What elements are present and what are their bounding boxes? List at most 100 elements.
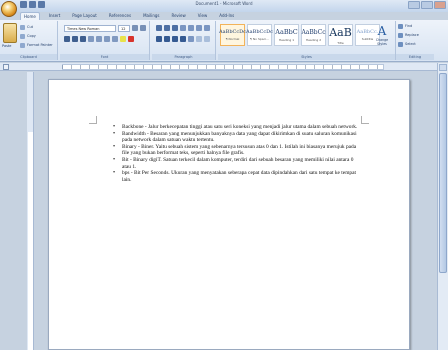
bullet-list: Backbone - Jalur berkecepatan tinggi ata… (113, 124, 361, 183)
replace-icon (398, 32, 403, 38)
italic-icon[interactable] (72, 36, 78, 42)
tab-selector[interactable] (3, 64, 9, 70)
font-group: Times New Roman 12 Font (60, 21, 150, 60)
style-sample: AaBbCc (301, 28, 326, 36)
tab-view[interactable]: View (195, 12, 211, 20)
document-body[interactable]: Backbone - Jalur berkecepatan tinggi ata… (113, 124, 361, 183)
subscript-icon[interactable] (96, 36, 102, 42)
paste-button[interactable] (3, 23, 17, 43)
find-button[interactable]: Find (398, 23, 419, 29)
style-name: ¶ No Spaci... (250, 37, 269, 41)
list-item: Bandwidth - Besaran yang menunjukkan ban… (113, 131, 361, 144)
clipboard-commands: Cut Copy Format Painter (20, 24, 53, 48)
bold-icon[interactable] (64, 36, 70, 42)
change-styles-label: Change Styles (375, 38, 389, 46)
editing-group-label: Editing (396, 54, 434, 60)
tab-mailings[interactable]: Mailings (140, 12, 162, 20)
brush-icon (20, 42, 25, 48)
change-case-icon[interactable] (112, 36, 118, 42)
crop-mark-top-left (89, 116, 97, 124)
line-spacing-icon[interactable] (188, 36, 194, 42)
tab-insert[interactable]: Insert (46, 12, 63, 20)
ribbon-tabs: Home Insert Page Layout References Maili… (20, 12, 237, 20)
binoculars-icon (398, 23, 403, 29)
style-title[interactable]: AaB Title (328, 24, 353, 46)
scrollbar-thumb[interactable] (439, 73, 447, 273)
style-normal[interactable]: AaBbCcDc ¶ Normal (219, 24, 246, 46)
font-format-tools (64, 36, 134, 42)
replace-button[interactable]: Replace (398, 32, 419, 38)
shading-icon[interactable] (196, 36, 202, 42)
increase-indent-icon[interactable] (188, 25, 194, 31)
paragraph-group: Paragraph (152, 21, 216, 60)
tab-references[interactable]: References (106, 12, 134, 20)
change-styles-button[interactable]: A Change Styles (372, 24, 392, 50)
sort-icon[interactable] (196, 25, 202, 31)
grow-font-icon[interactable] (132, 25, 138, 31)
ribbon: Paste Cut Copy Format Painter Clipboard … (0, 20, 448, 62)
justify-icon[interactable] (180, 36, 186, 42)
crop-mark-top-right (361, 116, 369, 124)
editing-commands: Find Replace Select (398, 23, 419, 47)
change-styles-icon: A (377, 24, 387, 38)
paragraph-group-label: Paragraph (152, 54, 215, 60)
scroll-up-button[interactable] (439, 64, 447, 71)
window-title: Document1 - Microsoft Word (195, 1, 253, 6)
shrink-font-icon[interactable] (140, 25, 146, 31)
style-name: ¶ Normal (225, 37, 240, 41)
maximize-button[interactable] (421, 1, 433, 9)
font-color-icon[interactable] (128, 36, 134, 42)
paragraph-list-tools (156, 25, 210, 31)
style-heading-2[interactable]: AaBbCc Heading 2 (301, 24, 326, 46)
word-window: Document1 - Microsoft Word Home Insert P… (0, 0, 448, 350)
font-size-combo[interactable]: 12 (118, 25, 130, 32)
font-name-combo[interactable]: Times New Roman (64, 25, 116, 32)
align-right-icon[interactable] (172, 36, 178, 42)
styles-group-label: Styles (218, 54, 395, 60)
cursor-icon (398, 41, 403, 47)
vertical-scrollbar[interactable] (437, 63, 448, 350)
borders-icon[interactable] (204, 36, 210, 42)
font-grow-shrink (132, 25, 146, 31)
office-button[interactable] (1, 1, 17, 17)
clipboard-group-label: Clipboard (0, 54, 57, 60)
style-sample: AaBbC (275, 28, 298, 36)
tab-page-layout[interactable]: Page Layout (69, 12, 100, 20)
align-left-icon[interactable] (156, 36, 162, 42)
cut-button[interactable]: Cut (20, 24, 53, 30)
align-center-icon[interactable] (164, 36, 170, 42)
superscript-icon[interactable] (104, 36, 110, 42)
style-name: Heading 1 (278, 38, 295, 42)
vertical-ruler[interactable] (27, 72, 34, 350)
list-item: Backbone - Jalur berkecepatan tinggi ata… (113, 124, 361, 131)
copy-icon (20, 33, 25, 39)
style-sample: AaBbCcDc (219, 29, 246, 35)
style-heading-1[interactable]: AaBbC Heading 1 (274, 24, 299, 46)
paste-label: Paste (2, 44, 12, 48)
tab-home[interactable]: Home (20, 12, 40, 20)
title-bar: Document1 - Microsoft Word (0, 0, 448, 12)
document-page[interactable]: Backbone - Jalur berkecepatan tinggi ata… (48, 79, 410, 350)
list-item: Binary - Biner. Yaitu sebuah sistem yang… (113, 144, 361, 157)
paragraph-align-tools (156, 36, 210, 42)
style-no-spacing[interactable]: AaBbCcDc ¶ No Spaci... (246, 24, 273, 46)
bullets-icon[interactable] (156, 25, 162, 31)
multilevel-list-icon[interactable] (172, 25, 178, 31)
tab-add-ins[interactable]: Add-Ins (216, 12, 237, 20)
tab-review[interactable]: Review (169, 12, 189, 20)
highlight-icon[interactable] (120, 36, 126, 42)
strikethrough-icon[interactable] (88, 36, 94, 42)
styles-gallery: AaBbCcDc ¶ Normal AaBbCcDc ¶ No Spaci...… (219, 24, 380, 46)
list-item: Bit - Binary digiT. Satuan terkecil dala… (113, 157, 361, 170)
style-sample: AaB (329, 25, 352, 39)
copy-button[interactable]: Copy (20, 33, 53, 39)
minimize-button[interactable] (408, 1, 420, 9)
decrease-indent-icon[interactable] (180, 25, 186, 31)
select-button[interactable]: Select (398, 41, 419, 47)
numbering-icon[interactable] (164, 25, 170, 31)
close-button[interactable] (434, 1, 446, 9)
underline-icon[interactable] (80, 36, 86, 42)
format-painter-button[interactable]: Format Painter (20, 42, 53, 48)
show-marks-icon[interactable] (204, 25, 210, 31)
horizontal-ruler[interactable] (0, 63, 448, 71)
